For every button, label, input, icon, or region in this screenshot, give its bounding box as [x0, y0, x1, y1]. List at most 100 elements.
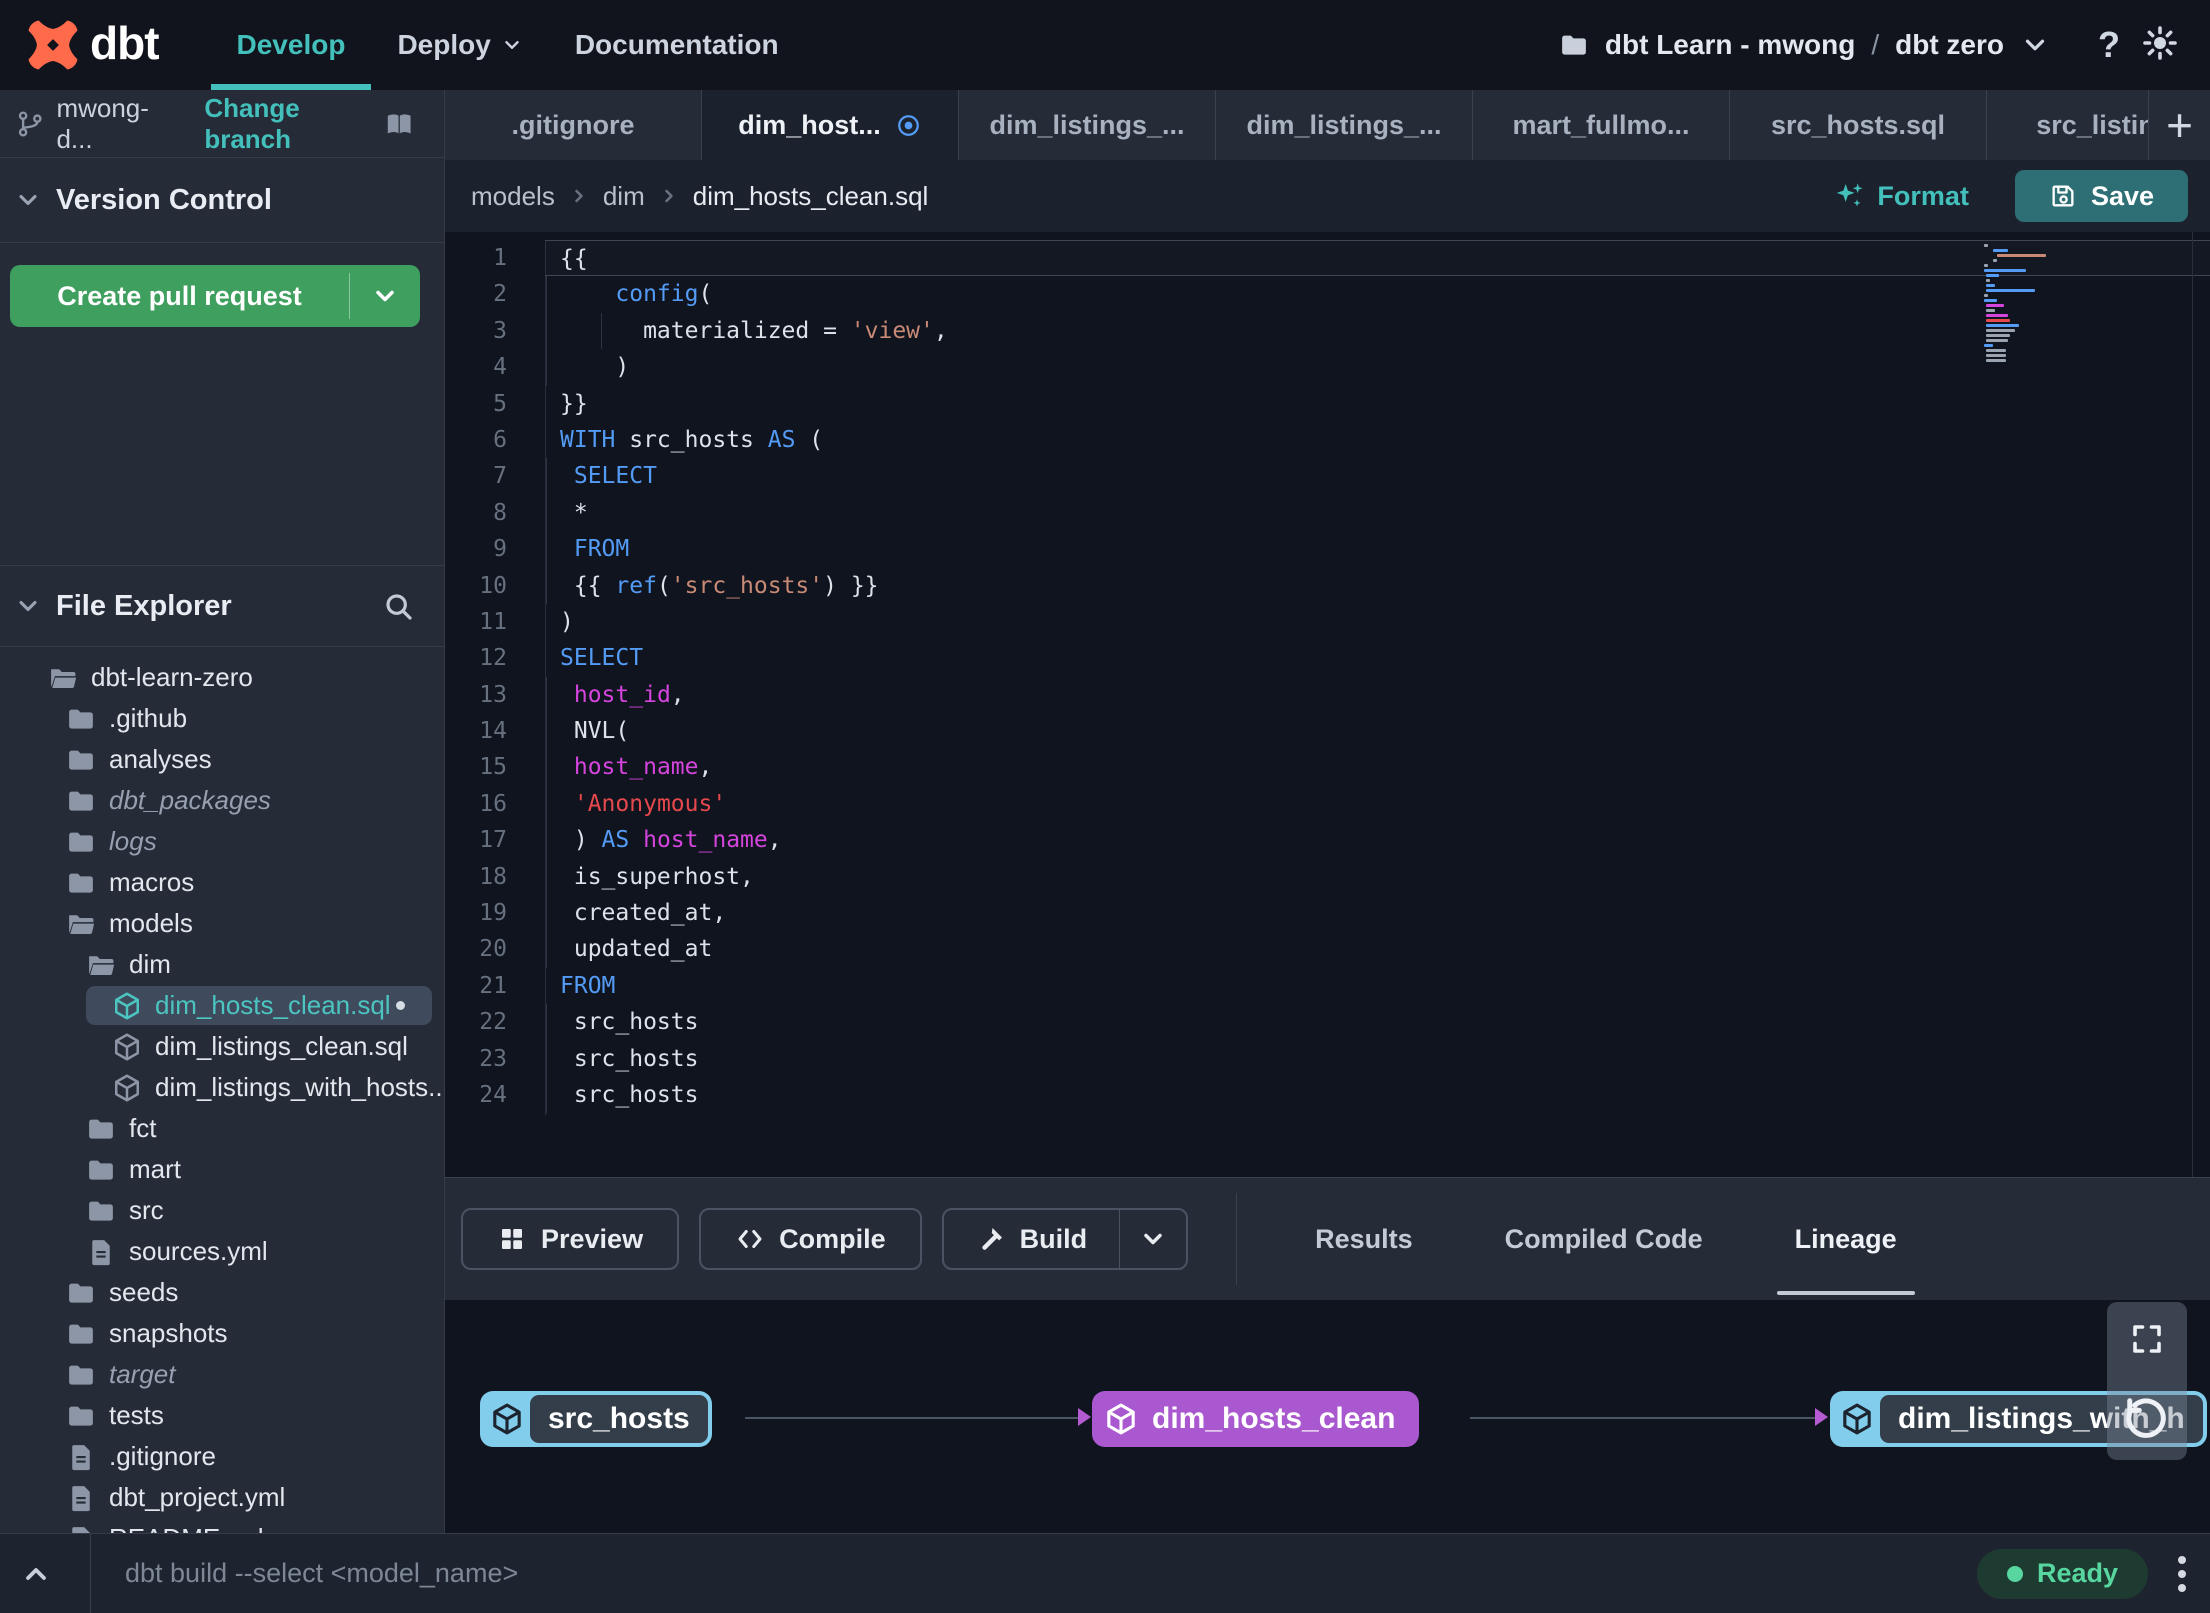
tree-item[interactable]: logs — [0, 821, 444, 862]
editor-tab[interactable]: src_hosts.sql — [1730, 90, 1987, 160]
nav-deploy[interactable]: Deploy — [371, 0, 548, 90]
editor-tab[interactable]: dim_host... — [702, 90, 959, 160]
lineage-node-src-hosts[interactable]: src_hosts — [480, 1391, 712, 1447]
change-branch-link[interactable]: Change branch — [204, 93, 383, 155]
tree-item[interactable]: sources.yml — [0, 1231, 444, 1272]
preview-button[interactable]: Preview — [461, 1208, 680, 1270]
code-line[interactable]: 17 ) AS host_name, — [445, 822, 2210, 859]
tree-item[interactable]: seeds — [0, 1272, 444, 1313]
expand-command-bar-button[interactable] — [0, 1558, 72, 1590]
code-line[interactable]: 3 materialized = 'view', — [445, 312, 2210, 350]
tree-item[interactable]: README.md — [0, 1518, 444, 1533]
folder-icon — [66, 704, 96, 734]
code-line[interactable]: 10 {{ ref('src_hosts') }} — [445, 567, 2210, 604]
tree-item[interactable]: target — [0, 1354, 444, 1395]
breadcrumb-dim[interactable]: dim — [603, 181, 645, 212]
command-input[interactable]: dbt build --select <model_name> — [125, 1558, 518, 1589]
nav-documentation[interactable]: Documentation — [549, 0, 805, 90]
editor-tab[interactable]: mart_fullmo... — [1473, 90, 1730, 160]
folder-open-icon — [66, 909, 96, 939]
format-button[interactable]: Format — [1833, 180, 1969, 212]
build-button-group: Build — [941, 1208, 1189, 1270]
code-line[interactable]: 1 {{ — [445, 240, 2210, 277]
save-button[interactable]: Save — [2014, 170, 2188, 222]
code-line[interactable]: 24 src_hosts — [445, 1076, 2210, 1114]
grid-icon — [502, 1229, 522, 1249]
editor-minimap[interactable] — [1984, 244, 2050, 364]
project-picker[interactable]: dbt Learn - mwong / dbt zero — [1559, 29, 2050, 61]
dbt-logo-icon[interactable] — [26, 18, 80, 72]
tree-item-label: sources.yml — [129, 1236, 268, 1266]
tree-item[interactable]: tests — [0, 1395, 444, 1436]
tree-item[interactable]: fct — [0, 1108, 444, 1149]
code-line[interactable]: 13 host_id, — [445, 676, 2210, 714]
code-line[interactable]: 20 updated_at — [445, 931, 2210, 968]
code-line[interactable]: 18 is_superhost, — [445, 858, 2210, 896]
tab-compiled-code[interactable]: Compiled Code — [1459, 1178, 1749, 1300]
breadcrumb-models[interactable]: models — [471, 181, 555, 212]
tab-lineage[interactable]: Lineage — [1749, 1178, 1943, 1300]
tree-item[interactable]: dbt-learn-zero — [0, 657, 444, 698]
code-line[interactable]: 4 ) — [445, 349, 2210, 386]
nav-develop[interactable]: Develop — [211, 0, 372, 90]
folder-icon — [66, 745, 96, 775]
tree-item[interactable]: dim — [0, 944, 444, 985]
tree-item[interactable]: dim_listings_with_hosts... — [0, 1067, 444, 1108]
new-tab-button[interactable]: + — [2148, 90, 2210, 160]
code-text: ) — [545, 349, 2210, 386]
editor-tab[interactable]: dim_listings_... — [1216, 90, 1473, 160]
compile-button[interactable]: Compile — [699, 1208, 922, 1270]
tree-item-label: snapshots — [109, 1318, 228, 1348]
chevron-right-icon — [664, 189, 673, 203]
kebab-menu-icon[interactable] — [2174, 1552, 2190, 1596]
tree-item[interactable]: dbt_packages — [0, 780, 444, 821]
code-editor[interactable]: 1{{2 config(3 materialized = 'view', 4 ) 5… — [445, 232, 2210, 1177]
code-line[interactable]: 12 SELECT — [445, 640, 2210, 676]
lineage-panel[interactable]: src_hosts dim_hosts_clean dim_listings_w… — [445, 1300, 2210, 1533]
tree-item[interactable]: models — [0, 903, 444, 944]
build-button[interactable]: Build — [944, 1210, 1120, 1268]
build-dropdown[interactable] — [1120, 1210, 1186, 1268]
help-icon[interactable]: ? — [2098, 24, 2120, 66]
code-line[interactable]: 5}} — [445, 386, 2210, 422]
code-line[interactable]: 8 * — [445, 494, 2210, 532]
tree-item[interactable]: mart — [0, 1149, 444, 1190]
docs-book-icon[interactable] — [384, 108, 414, 140]
code-line[interactable]: 23 src_hosts — [445, 1040, 2210, 1077]
tree-item[interactable]: dim_listings_clean.sql — [0, 1026, 444, 1067]
file-explorer-header[interactable]: File Explorer — [0, 565, 444, 647]
code-line[interactable]: 19 created_at, — [445, 895, 2210, 932]
code-line[interactable]: 15 host_name, — [445, 749, 2210, 786]
code-line[interactable]: 22 src_hosts — [445, 1004, 2210, 1041]
code-line[interactable]: 16 'Anonymous' — [445, 785, 2210, 823]
code-line[interactable]: 21 FROM — [445, 968, 2210, 1004]
editor-tab[interactable]: .gitignore — [445, 90, 702, 160]
tree-item[interactable]: macros — [0, 862, 444, 903]
tree-item[interactable]: snapshots — [0, 1313, 444, 1354]
code-line[interactable]: 9 FROM — [445, 531, 2210, 568]
create-pr-button[interactable]: Create pull request — [10, 265, 349, 327]
code-line[interactable]: 14 NVL( — [445, 713, 2210, 750]
status-badge: Ready — [1976, 1548, 2148, 1599]
create-pr-dropdown[interactable] — [350, 265, 420, 327]
tree-item[interactable]: dim_hosts_clean.sql — [0, 985, 444, 1026]
tree-item[interactable]: analyses — [0, 739, 444, 780]
editor-tab[interactable]: dim_listings_... — [959, 90, 1216, 160]
tab-label: mart_fullmo... — [1512, 109, 1690, 140]
refresh-icon[interactable] — [2124, 1395, 2170, 1441]
code-line[interactable]: 2 config( — [445, 276, 2210, 313]
tree-item[interactable]: .github — [0, 698, 444, 739]
search-icon[interactable] — [382, 590, 414, 622]
tab-results[interactable]: Results — [1269, 1178, 1459, 1300]
tree-item[interactable]: src — [0, 1190, 444, 1231]
code-line[interactable]: 11) — [445, 604, 2210, 640]
tree-item-label: seeds — [109, 1277, 179, 1307]
lineage-node-dim-hosts-clean[interactable]: dim_hosts_clean — [1092, 1391, 1420, 1447]
tree-item[interactable]: .gitignore — [0, 1436, 444, 1477]
gear-icon[interactable] — [2142, 25, 2178, 66]
code-line[interactable]: 7 SELECT — [445, 458, 2210, 495]
tree-item[interactable]: dbt_project.yml — [0, 1477, 444, 1518]
code-line[interactable]: 6 WITH src_hosts AS ( — [445, 422, 2210, 458]
version-control-header[interactable]: Version Control — [0, 158, 444, 243]
fullscreen-icon[interactable] — [2129, 1321, 2165, 1357]
